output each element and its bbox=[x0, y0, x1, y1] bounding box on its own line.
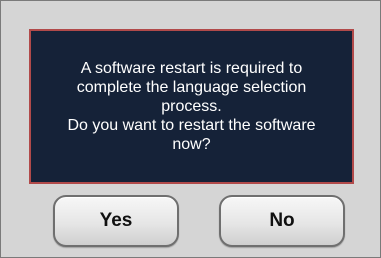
restart-message: A software restart is required to comple… bbox=[67, 60, 316, 153]
yes-button[interactable]: Yes bbox=[53, 195, 179, 247]
restart-confirmation-dialog: A software restart is required to comple… bbox=[0, 0, 381, 258]
message-panel: A software restart is required to comple… bbox=[29, 29, 354, 184]
no-button[interactable]: No bbox=[219, 195, 345, 247]
